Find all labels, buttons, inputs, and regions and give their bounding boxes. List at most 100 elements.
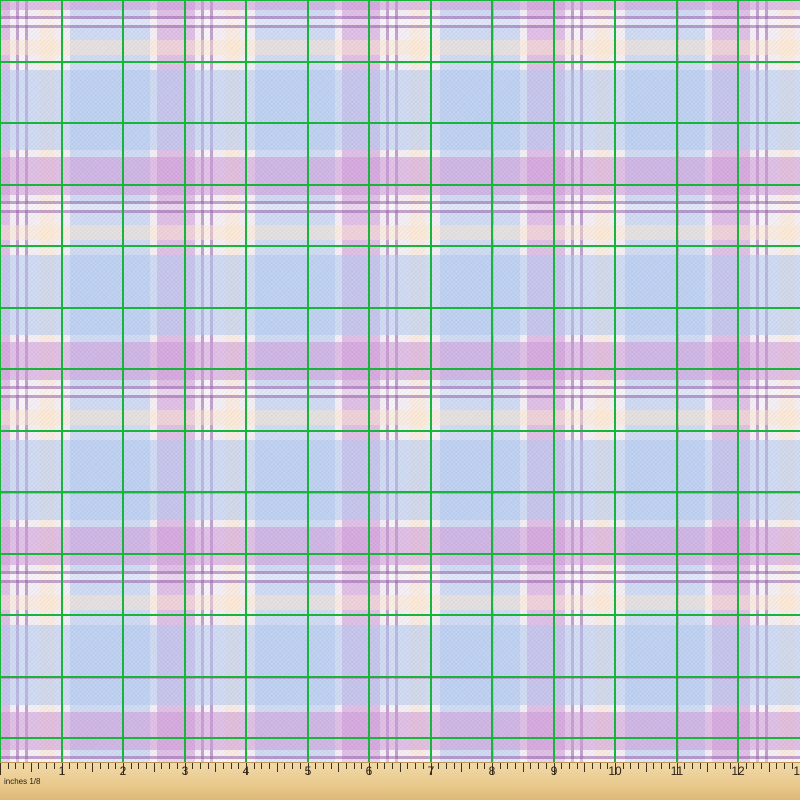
ruler-tick (200, 763, 201, 769)
ruler-tick (138, 763, 139, 769)
ruler-tick (231, 763, 232, 769)
grid-line-horizontal (0, 737, 800, 739)
ruler-tick (331, 763, 332, 769)
ruler-tick (315, 763, 316, 769)
ruler-tick (630, 763, 631, 769)
grid-line-vertical (430, 0, 432, 762)
ruler-tick (254, 763, 255, 769)
ruler-tick (569, 763, 570, 769)
ruler-tick (761, 763, 762, 769)
ruler-tick (646, 763, 647, 772)
ruler-tick (177, 763, 178, 769)
ruler-tick (292, 763, 293, 769)
inch-ruler: inches 1/8 12345678910111213 (0, 762, 800, 800)
grid-line-vertical (737, 0, 739, 762)
ruler-tick (361, 763, 362, 769)
ruler-tick (600, 763, 601, 769)
ruler-number: 1 (58, 764, 66, 778)
ruler-tick (154, 763, 155, 772)
ruler-tick (15, 763, 16, 769)
ruler-tick (192, 763, 193, 769)
ruler-tick (354, 763, 355, 769)
ruler-tick (446, 763, 447, 769)
ruler-tick (515, 763, 516, 769)
ruler-tick (92, 763, 93, 772)
ruler-tick (584, 763, 585, 772)
ruler-tick (484, 763, 485, 769)
ruler-tick (346, 763, 347, 769)
grid-line-horizontal (0, 61, 800, 63)
ruler-tick (776, 763, 777, 769)
ruler-tick (530, 763, 531, 769)
ruler-tick (338, 763, 339, 772)
grid-line-horizontal (0, 307, 800, 309)
ruler-tick (661, 763, 662, 769)
ruler-tick (85, 763, 86, 769)
ruler-tick (753, 763, 754, 769)
ruler-tick (523, 763, 524, 772)
ruler-tick (546, 763, 547, 769)
ruler-tick (392, 763, 393, 769)
grid-line-vertical (122, 0, 124, 762)
ruler-tick (653, 763, 654, 769)
grid-line-horizontal (0, 368, 800, 370)
ruler-tick (8, 763, 9, 769)
ruler-number: 12 (731, 764, 745, 778)
ruler-unit-label: inches 1/8 (4, 777, 41, 786)
ruler-tick (638, 763, 639, 769)
grid-line-vertical (491, 0, 493, 762)
ruler-tick (715, 763, 716, 769)
ruler-tick (215, 763, 216, 772)
ruler-tick (469, 763, 470, 769)
ruler-number: 3 (181, 764, 189, 778)
ruler-tick (169, 763, 170, 769)
ruler-tick (500, 763, 501, 769)
ruler-tick (507, 763, 508, 769)
ruler-tick (238, 763, 239, 769)
ruler-tick (746, 763, 747, 769)
ruler-tick (223, 763, 224, 769)
ruler-tick (208, 763, 209, 769)
ruler-tick (454, 763, 455, 769)
ruler-number: 8 (488, 764, 496, 778)
ruler-tick (415, 763, 416, 769)
ruler-tick (115, 763, 116, 769)
grid-line-horizontal (0, 184, 800, 186)
ruler-tick (31, 763, 32, 772)
ruler-number: 11 (670, 764, 684, 778)
ruler-tick (561, 763, 562, 769)
ruler-tick (707, 763, 708, 772)
ruler-tick (46, 763, 47, 769)
grid-line-vertical (307, 0, 309, 762)
ruler-tick (100, 763, 101, 769)
ruler-tick (277, 763, 278, 772)
grid-line-horizontal (0, 122, 800, 124)
ruler-tick (769, 763, 770, 772)
ruler-tick (161, 763, 162, 769)
ruler-tick (0, 763, 1, 775)
grid-line-vertical (245, 0, 247, 762)
grid-line-horizontal (0, 430, 800, 432)
ruler-tick (131, 763, 132, 769)
grid-line-horizontal (0, 0, 800, 1)
ruler-tick (284, 763, 285, 769)
ruler-tick (261, 763, 262, 769)
ruler-tick (400, 763, 401, 772)
ruler-tick (384, 763, 385, 769)
ruler-tick (407, 763, 408, 769)
grid-line-vertical (184, 0, 186, 762)
ruler-number: 6 (365, 764, 373, 778)
grid-line-vertical (0, 0, 1, 762)
ruler-tick (538, 763, 539, 769)
ruler-tick (700, 763, 701, 769)
ruler-tick (692, 763, 693, 769)
ruler-tick (23, 763, 24, 769)
grid-line-vertical (368, 0, 370, 762)
grid-line-vertical (614, 0, 616, 762)
grid-line-vertical (676, 0, 678, 762)
ruler-number: 2 (119, 764, 127, 778)
grid-line-horizontal (0, 245, 800, 247)
grid-line-horizontal (0, 491, 800, 493)
ruler-tick (323, 763, 324, 769)
ruler-tick (423, 763, 424, 769)
